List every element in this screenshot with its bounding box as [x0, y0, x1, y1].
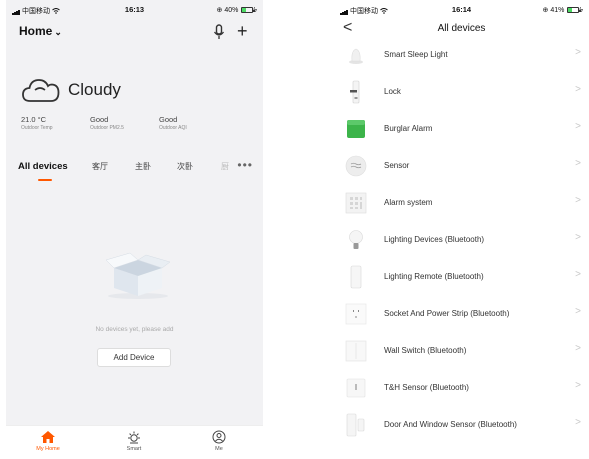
- more-icon[interactable]: •••: [237, 158, 253, 172]
- chevron-right-icon: >: [575, 158, 581, 169]
- remote-icon: [344, 265, 368, 289]
- weather-stat-aqi: Good Outdoor AQI: [159, 115, 187, 131]
- chevron-right-icon: >: [575, 343, 581, 354]
- tab-kitchen[interactable]: 厨: [221, 161, 229, 172]
- bottom-tab-bar: My Home Smart Me: [6, 425, 263, 459]
- device-row[interactable]: Lock >: [334, 74, 589, 111]
- page-title: All devices: [437, 23, 486, 34]
- battery-percent: 41%: [550, 7, 565, 14]
- device-name: Wall Switch (Bluetooth): [384, 346, 467, 355]
- chevron-down-icon: ⌄: [54, 27, 62, 37]
- door-sensor-icon: [344, 413, 368, 437]
- battery-icon: [567, 7, 581, 14]
- home-selector[interactable]: Home ⌄: [19, 24, 62, 38]
- tabbar-label: Me: [215, 446, 223, 452]
- device-name: Lighting Devices (Bluetooth): [384, 235, 485, 244]
- home-icon: [23, 430, 73, 444]
- active-tab-indicator: [38, 179, 52, 181]
- th-sensor-icon: [344, 376, 368, 400]
- empty-box-icon: [102, 250, 174, 305]
- device-row[interactable]: Socket And Power Strip (Bluetooth) >: [334, 296, 589, 333]
- status-bar: 中国移动 16:13 ⊕ 40% ϟ: [6, 0, 263, 20]
- chevron-right-icon: >: [575, 47, 581, 58]
- sensor-icon: [344, 154, 368, 178]
- sun-icon: [109, 430, 159, 444]
- add-device-button[interactable]: Add Device: [97, 348, 171, 367]
- battery-percent: 40%: [224, 7, 239, 14]
- chevron-right-icon: >: [575, 417, 581, 428]
- tab-living-room[interactable]: 客厅: [92, 161, 108, 172]
- weather-stat-temp: 21.0 °C Outdoor Temp: [21, 115, 53, 131]
- device-name: Sensor: [384, 161, 410, 170]
- socket-icon: [344, 302, 368, 326]
- battery-icon: [241, 7, 255, 14]
- empty-message: No devices yet, please add: [95, 326, 174, 333]
- stat-label: Outdoor Temp: [21, 125, 53, 131]
- device-row[interactable]: Door And Window Sensor (Bluetooth) >: [334, 407, 589, 444]
- chevron-right-icon: >: [575, 121, 581, 132]
- weather-stat-pm25: Good Outdoor PM2.5: [90, 115, 124, 131]
- device-row[interactable]: Smart Sleep Light >: [334, 37, 589, 74]
- tabbar-label: My Home: [36, 446, 60, 452]
- chevron-right-icon: >: [575, 269, 581, 280]
- device-name: Alarm system: [384, 198, 433, 207]
- device-row[interactable]: Lighting Devices (Bluetooth) >: [334, 222, 589, 259]
- stat-label: Outdoor AQI: [159, 125, 187, 131]
- burglar-alarm-icon: [344, 117, 368, 141]
- profile-icon: [194, 430, 244, 444]
- status-bar: 中国移动 16:14 ⊕ 41% ϟ: [334, 0, 589, 20]
- tabbar-my-home[interactable]: My Home: [23, 430, 73, 452]
- tab-second-bedroom[interactable]: 次卧: [177, 161, 193, 172]
- device-name: T&H Sensor (Bluetooth): [384, 383, 469, 392]
- location-icon: ⊕: [542, 7, 549, 14]
- device-name: Lock: [384, 87, 401, 96]
- chevron-right-icon: >: [575, 380, 581, 391]
- device-name: Lighting Remote (Bluetooth): [384, 272, 484, 281]
- chevron-right-icon: >: [575, 232, 581, 243]
- tabbar-label: Smart: [126, 446, 142, 452]
- device-row[interactable]: T&H Sensor (Bluetooth) >: [334, 370, 589, 407]
- sleep-light-icon: [344, 43, 368, 67]
- cloud-icon: [21, 76, 61, 109]
- home-title: Home: [19, 24, 53, 38]
- bulb-icon: [344, 228, 368, 252]
- chevron-right-icon: >: [575, 195, 581, 206]
- lock-icon: [344, 80, 368, 104]
- tab-master-bedroom[interactable]: 主卧: [135, 161, 151, 172]
- device-row[interactable]: Lighting Remote (Bluetooth) >: [334, 259, 589, 296]
- stat-label: Outdoor PM2.5: [90, 125, 124, 131]
- device-row[interactable]: Burglar Alarm >: [334, 111, 589, 148]
- room-tabs: All devices 客厅 主卧 次卧 厨 •••: [18, 158, 255, 186]
- alarm-system-icon: [344, 191, 368, 215]
- microphone-icon[interactable]: [212, 24, 226, 40]
- chevron-right-icon: >: [575, 306, 581, 317]
- location-icon: ⊕: [216, 7, 223, 14]
- device-name: Door And Window Sensor (Bluetooth): [384, 420, 517, 429]
- chevron-right-icon: >: [575, 84, 581, 95]
- stat-value: Good: [159, 115, 178, 124]
- device-name: Socket And Power Strip (Bluetooth): [384, 309, 510, 318]
- plus-icon[interactable]: +: [237, 21, 248, 42]
- tab-all-devices[interactable]: All devices: [18, 161, 68, 172]
- weather-condition: Cloudy: [68, 80, 121, 99]
- wall-switch-icon: [344, 339, 368, 363]
- tabbar-smart[interactable]: Smart: [109, 430, 159, 452]
- device-row[interactable]: Wall Switch (Bluetooth) >: [334, 333, 589, 370]
- device-name: Smart Sleep Light: [384, 50, 448, 59]
- home-screen: 中国移动 16:13 ⊕ 40% ϟ Home ⌄ + Cloudy 21.0 °…: [6, 0, 263, 459]
- stat-value: Good: [90, 115, 109, 124]
- tabbar-me[interactable]: Me: [194, 430, 244, 452]
- all-devices-screen: 中国移动 16:14 ⊕ 41% ϟ < All devices Smart S…: [334, 0, 589, 459]
- device-row[interactable]: Sensor >: [334, 148, 589, 185]
- device-name: Burglar Alarm: [384, 124, 433, 133]
- device-row[interactable]: Alarm system >: [334, 185, 589, 222]
- stat-value: 21.0 °C: [21, 115, 47, 124]
- battery-indicator: ⊕ 40% ϟ: [216, 6, 257, 14]
- battery-indicator: ⊕ 41% ϟ: [542, 6, 583, 14]
